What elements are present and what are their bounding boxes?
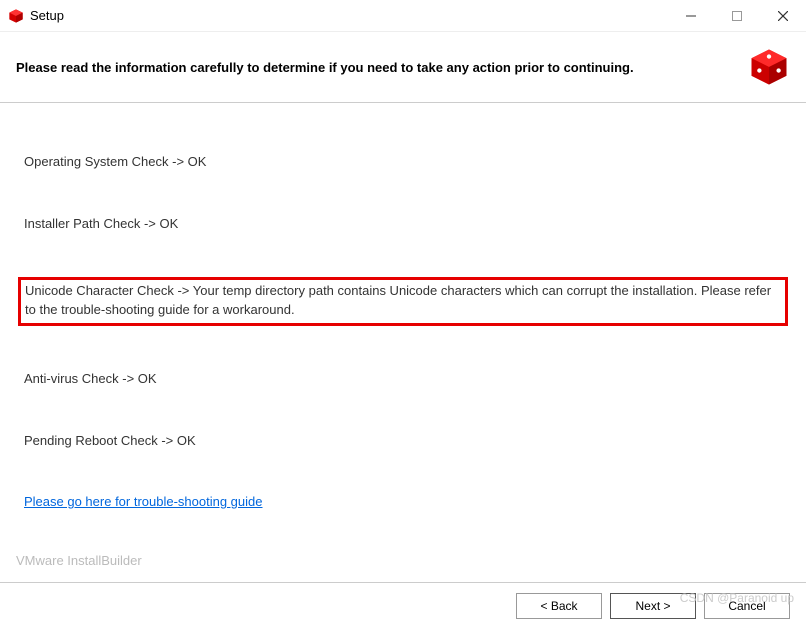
installer-brand: VMware InstallBuilder (16, 553, 790, 568)
antivirus-check-result: Anti-virus Check -> OK (24, 370, 782, 388)
header-instruction: Please read the information carefully to… (16, 60, 748, 75)
wizard-buttons: < Back Next > Cancel (16, 593, 790, 619)
close-button[interactable] (760, 0, 806, 32)
next-button[interactable]: Next > (610, 593, 696, 619)
back-button[interactable]: < Back (516, 593, 602, 619)
minimize-button[interactable] (668, 0, 714, 32)
wizard-header: Please read the information carefully to… (0, 32, 806, 103)
window-controls (668, 0, 806, 32)
footer-separator (0, 582, 806, 583)
unicode-check-result: Unicode Character Check -> Your temp dir… (18, 277, 788, 325)
brand-logo-icon (748, 46, 790, 88)
os-check-result: Operating System Check -> OK (24, 153, 782, 171)
reboot-check-result: Pending Reboot Check -> OK (24, 432, 782, 450)
window-titlebar: Setup (0, 0, 806, 32)
window-title: Setup (30, 8, 668, 23)
wizard-footer: VMware InstallBuilder < Back Next > Canc… (0, 543, 806, 633)
troubleshoot-link[interactable]: Please go here for trouble-shooting guid… (24, 494, 263, 509)
maximize-button[interactable] (714, 0, 760, 32)
installer-path-check-result: Installer Path Check -> OK (24, 215, 782, 233)
app-icon (8, 8, 24, 24)
cancel-button[interactable]: Cancel (704, 593, 790, 619)
wizard-content: Operating System Check -> OK Installer P… (0, 103, 806, 529)
